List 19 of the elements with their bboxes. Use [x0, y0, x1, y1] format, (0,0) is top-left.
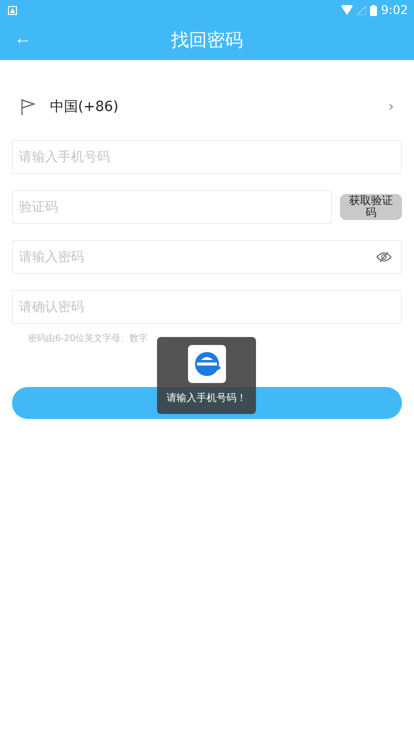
code-field[interactable]: 验证码 [12, 190, 332, 224]
battery-icon [370, 4, 378, 16]
status-time: 9:02 [381, 3, 408, 17]
wifi-icon [341, 5, 354, 15]
password-hint: 密码由6-20位英文字母、数字 [28, 332, 148, 345]
chevron-icon: › [388, 99, 394, 115]
app-logo-icon [188, 345, 226, 383]
get-code-button[interactable]: 获取验证码 [340, 194, 402, 220]
flag-icon [20, 98, 36, 116]
page-title: 找回密码 [171, 29, 243, 52]
eye-slash-icon[interactable] [376, 251, 392, 263]
password-field[interactable]: 请输入密码 [12, 240, 402, 274]
notification-icon [8, 6, 17, 14]
signal-icon [357, 6, 366, 14]
country-label: 中国(+86) [50, 98, 120, 116]
country-selector[interactable]: 中国(+86) › [12, 88, 402, 126]
toast-message: 请输入手机号码！ [166, 392, 246, 405]
input-field[interactable]: 请确认密码 [12, 290, 402, 324]
input-field[interactable]: 请输入手机号码 [12, 140, 402, 174]
